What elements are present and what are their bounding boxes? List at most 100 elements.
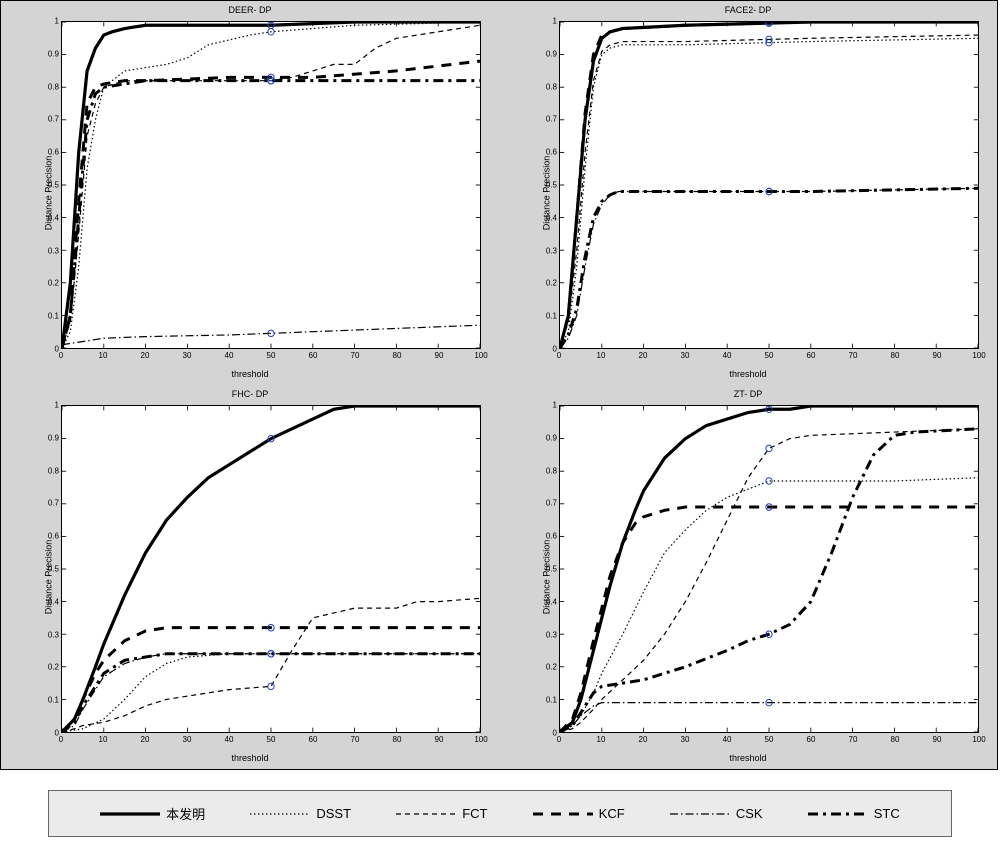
legend-swatch xyxy=(100,805,160,823)
y-tick-label: 0.4 xyxy=(48,597,59,606)
y-tick-label: 0.9 xyxy=(546,433,557,442)
x-tick-label: 20 xyxy=(141,735,150,744)
panel-face2: FACE2- DP Distance Precision threshold 0… xyxy=(499,1,997,385)
x-tick-label: 50 xyxy=(765,735,774,744)
y-tick-label: 0.3 xyxy=(48,246,59,255)
y-ticks: 00.10.20.30.40.50.60.70.80.91 xyxy=(537,21,557,349)
panel-zt: ZT- DP Distance Precision threshold 00.1… xyxy=(499,385,997,769)
y-tick-label: 0.8 xyxy=(48,82,59,91)
y-tick-label: 0.7 xyxy=(546,115,557,124)
y-tick-label: 0.6 xyxy=(546,532,557,541)
x-axis-label: threshold xyxy=(231,369,268,379)
x-tick-label: 30 xyxy=(681,351,690,360)
x-ticks: 0102030405060708090100 xyxy=(559,351,979,363)
x-tick-label: 100 xyxy=(972,735,985,744)
y-tick-label: 0.9 xyxy=(48,49,59,58)
y-tick-label: 0.3 xyxy=(546,630,557,639)
y-tick-label: 0.6 xyxy=(48,148,59,157)
y-tick-label: 0.3 xyxy=(546,246,557,255)
x-tick-label: 90 xyxy=(435,735,444,744)
y-tick-label: 0.1 xyxy=(48,312,59,321)
x-tick-label: 10 xyxy=(99,735,108,744)
x-ticks: 0102030405060708090100 xyxy=(559,735,979,747)
x-tick-label: 70 xyxy=(849,351,858,360)
y-tick-label: 0.5 xyxy=(48,565,59,574)
chart-title: FACE2- DP xyxy=(725,5,772,15)
legend-item: DSST xyxy=(250,805,351,823)
x-tick-label: 100 xyxy=(972,351,985,360)
y-tick-label: 0.8 xyxy=(48,466,59,475)
y-tick-label: 0.4 xyxy=(48,213,59,222)
legend-label: CSK xyxy=(736,806,763,821)
x-tick-label: 10 xyxy=(597,735,606,744)
x-tick-label: 20 xyxy=(639,351,648,360)
y-tick-label: 0.7 xyxy=(546,499,557,508)
x-tick-label: 40 xyxy=(225,735,234,744)
x-ticks: 0102030405060708090100 xyxy=(61,735,481,747)
x-tick-label: 50 xyxy=(267,351,276,360)
legend-item: FCT xyxy=(396,805,487,823)
x-axis-label: threshold xyxy=(231,753,268,763)
y-tick-label: 1 xyxy=(55,17,59,26)
x-tick-label: 70 xyxy=(351,735,360,744)
x-tick-label: 0 xyxy=(59,351,63,360)
y-tick-label: 0.4 xyxy=(546,597,557,606)
x-ticks: 0102030405060708090100 xyxy=(61,351,481,363)
legend-item: CSK xyxy=(670,805,763,823)
plot-area xyxy=(61,21,481,349)
x-tick-label: 20 xyxy=(639,735,648,744)
panel-deer: DEER- DP Distance Precision threshold 00… xyxy=(1,1,499,385)
y-tick-label: 0.2 xyxy=(546,663,557,672)
y-tick-label: 0.6 xyxy=(546,148,557,157)
x-tick-label: 80 xyxy=(891,351,900,360)
x-tick-label: 10 xyxy=(99,351,108,360)
x-tick-label: 60 xyxy=(309,351,318,360)
y-tick-label: 0.4 xyxy=(546,213,557,222)
y-tick-label: 1 xyxy=(553,401,557,410)
x-tick-label: 90 xyxy=(933,735,942,744)
plot-area xyxy=(61,405,481,733)
y-ticks: 00.10.20.30.40.50.60.70.80.91 xyxy=(39,21,59,349)
y-tick-label: 0.1 xyxy=(546,312,557,321)
x-tick-label: 90 xyxy=(933,351,942,360)
plot-area xyxy=(559,405,979,733)
legend-label: KCF xyxy=(599,806,625,821)
y-tick-label: 0.7 xyxy=(48,115,59,124)
x-tick-label: 90 xyxy=(435,351,444,360)
y-tick-label: 0.1 xyxy=(546,696,557,705)
chart-grid: DEER- DP Distance Precision threshold 00… xyxy=(0,0,998,770)
legend-swatch xyxy=(533,805,593,823)
chart-title: FHC- DP xyxy=(232,389,269,399)
y-tick-label: 0.5 xyxy=(546,565,557,574)
legend-label: 本发明 xyxy=(166,804,205,823)
x-tick-label: 0 xyxy=(59,735,63,744)
y-tick-label: 0.1 xyxy=(48,696,59,705)
legend-item: KCF xyxy=(533,805,625,823)
plot-area xyxy=(559,21,979,349)
x-tick-label: 60 xyxy=(807,735,816,744)
y-tick-label: 0.7 xyxy=(48,499,59,508)
x-tick-label: 40 xyxy=(723,735,732,744)
legend-item: STC xyxy=(808,805,900,823)
x-tick-label: 40 xyxy=(723,351,732,360)
x-tick-label: 50 xyxy=(765,351,774,360)
x-tick-label: 70 xyxy=(351,351,360,360)
x-tick-label: 80 xyxy=(393,351,402,360)
y-tick-label: 0.5 xyxy=(48,181,59,190)
x-tick-label: 0 xyxy=(557,351,561,360)
y-tick-label: 0.2 xyxy=(546,279,557,288)
chart-title: ZT- DP xyxy=(734,389,763,399)
y-tick-label: 0.6 xyxy=(48,532,59,541)
y-tick-label: 0.2 xyxy=(48,663,59,672)
y-tick-label: 0.8 xyxy=(546,82,557,91)
y-tick-label: 0.8 xyxy=(546,466,557,475)
legend-swatch xyxy=(396,805,456,823)
x-tick-label: 80 xyxy=(393,735,402,744)
x-tick-label: 70 xyxy=(849,735,858,744)
x-tick-label: 100 xyxy=(474,351,487,360)
legend-item: 本发明 xyxy=(100,804,205,823)
panel-fhc: FHC- DP Distance Precision threshold 00.… xyxy=(1,385,499,769)
x-tick-label: 0 xyxy=(557,735,561,744)
x-tick-label: 30 xyxy=(183,351,192,360)
legend-label: FCT xyxy=(462,806,487,821)
